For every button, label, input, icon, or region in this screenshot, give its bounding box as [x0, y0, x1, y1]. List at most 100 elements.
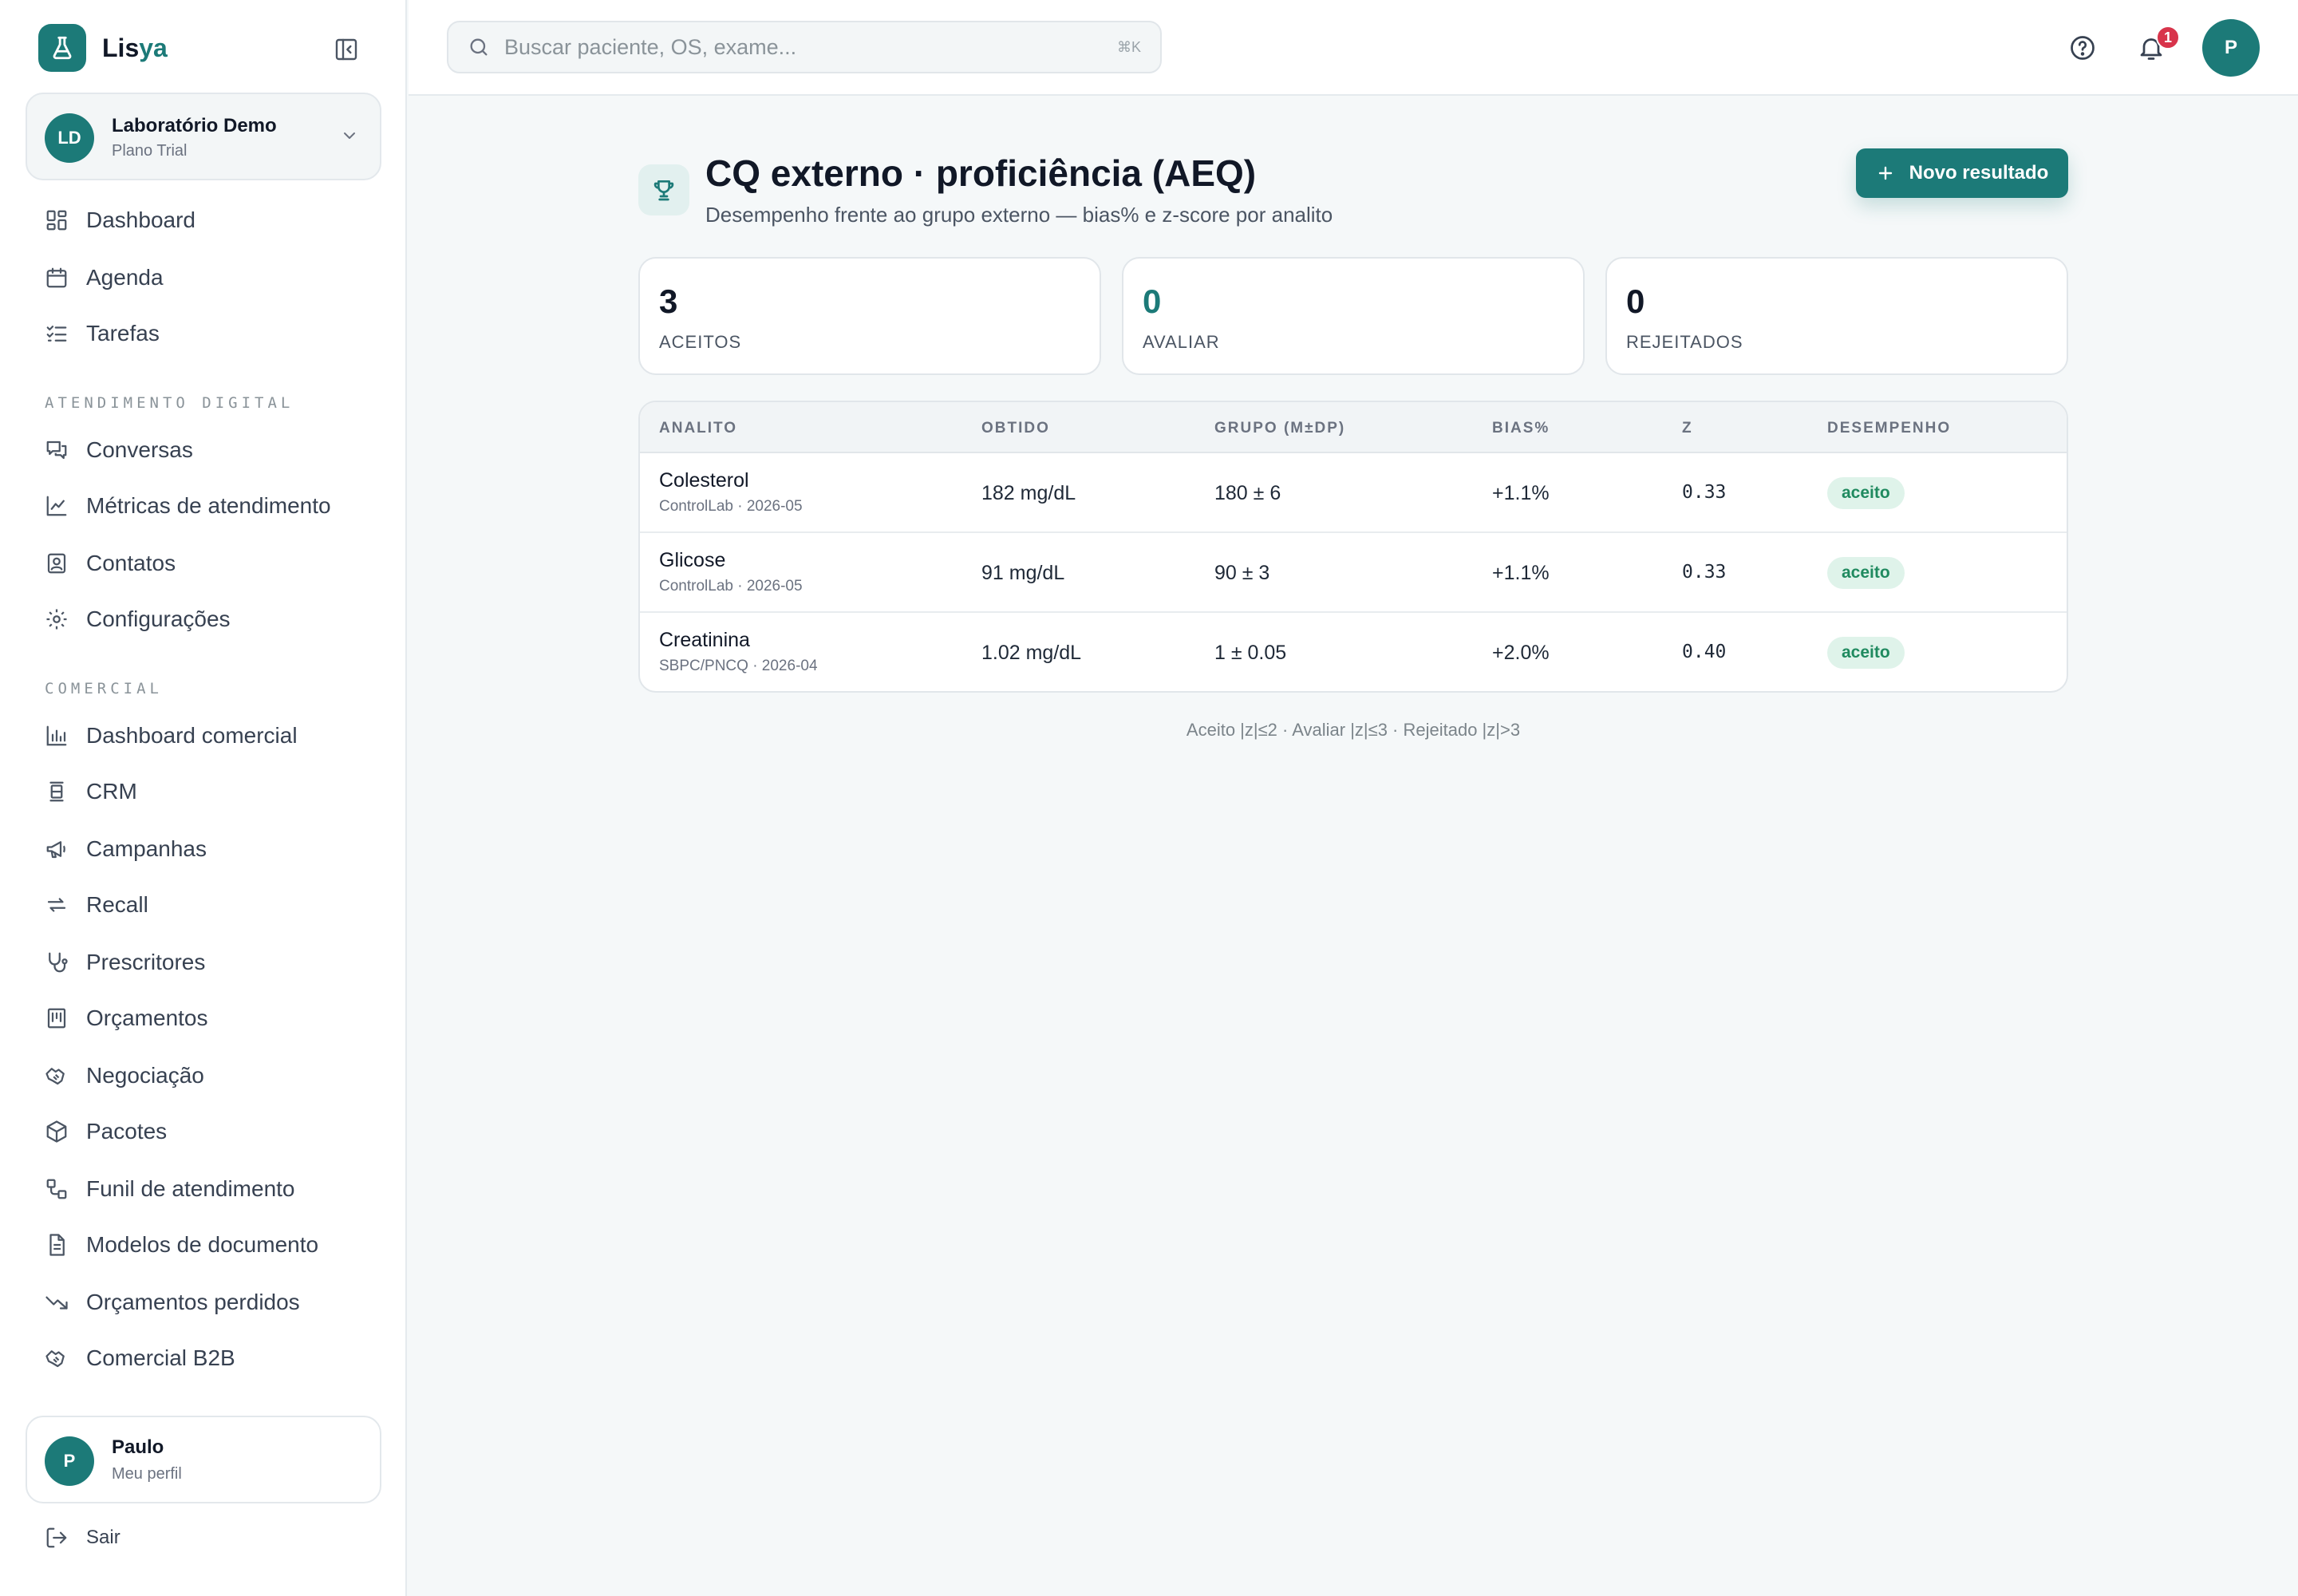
stat-card-aceitos: 3 ACEITOS: [638, 257, 1101, 375]
new-result-label: Novo resultado: [1909, 162, 2049, 184]
sidebar-item-modelos-documento[interactable]: Modelos de documento: [45, 1227, 318, 1262]
handshake-icon: [45, 1350, 65, 1368]
obtido-value: 1.02 mg/dL: [981, 642, 1082, 664]
status-badge: aceito: [1827, 477, 1905, 509]
org-switcher[interactable]: LD Laboratório Demo Plano Trial: [26, 93, 381, 180]
flask-logo-icon: [38, 24, 86, 72]
sidebar-item-metricas[interactable]: Métricas de atendimento: [45, 488, 331, 523]
stat-value: 0: [1143, 282, 1162, 320]
analito-source: ControlLab · 2026-05: [659, 498, 803, 515]
sidebar-item-crm[interactable]: CRM: [45, 774, 137, 809]
help-icon[interactable]: [2068, 34, 2097, 62]
collapse-sidebar-icon[interactable]: [334, 37, 359, 62]
column-header-grupo[interactable]: GRUPO (M±DP): [1214, 420, 1345, 437]
sidebar-item-orcamentos-perdidos[interactable]: Orçamentos perdidos: [45, 1285, 300, 1320]
logout-label: Sair: [86, 1527, 120, 1548]
sidebar-item-label: Comercial B2B: [86, 1345, 235, 1370]
sidebar-item-negociacao[interactable]: Negociação: [45, 1058, 204, 1093]
grupo-value: 1 ± 0.05: [1214, 642, 1287, 664]
grupo-value: 180 ± 6: [1214, 482, 1281, 504]
stat-label: ACEITOS: [659, 332, 742, 352]
calendar-icon: [46, 267, 67, 288]
column-header-bias[interactable]: BIAS%: [1492, 420, 1550, 437]
sidebar-item-label: Agenda: [86, 265, 164, 290]
sidebar-item-orcamentos[interactable]: Orçamentos: [45, 1001, 208, 1036]
table-row[interactable]: Colesterol ControlLab · 2026-05 182 mg/d…: [640, 453, 2067, 533]
sidebar-item-prescritores[interactable]: Prescritores: [45, 945, 205, 980]
obtido-value: 182 mg/dL: [981, 482, 1076, 504]
stat-value: 0: [1626, 282, 1645, 320]
column-header-analito[interactable]: ANALITO: [659, 420, 737, 437]
brand-name: Lisya: [102, 33, 168, 62]
sidebar-item-tarefas[interactable]: Tarefas: [45, 316, 160, 351]
sidebar-item-contatos[interactable]: Contatos: [45, 546, 176, 581]
bias-value: +2.0%: [1492, 642, 1550, 664]
stat-label: AVALIAR: [1143, 332, 1220, 352]
new-result-button[interactable]: Novo resultado: [1856, 148, 2068, 198]
sidebar-item-label: Tarefas: [86, 321, 160, 346]
z-value: 0.33: [1682, 482, 1727, 503]
search-shortcut: ⌘K: [1116, 38, 1141, 55]
analito-source: ControlLab · 2026-05: [659, 578, 803, 595]
sidebar-item-label: Orçamentos: [86, 1005, 208, 1030]
section-atendimento-digital: ATENDIMENTO DIGITAL: [45, 394, 294, 412]
logout-icon: [46, 1527, 67, 1548]
sidebar-item-label: Pacotes: [86, 1119, 168, 1144]
chevron-down-icon[interactable]: [340, 126, 359, 149]
repeat-arrows-icon: [47, 898, 66, 912]
search-box[interactable]: ⌘K: [447, 21, 1162, 73]
analito-source: SBPC/PNCQ · 2026-04: [659, 658, 818, 674]
sidebar-item-dashboard-comercial[interactable]: Dashboard comercial: [45, 718, 298, 753]
handshake-icon: [45, 1068, 65, 1085]
sidebar-item-agenda[interactable]: Agenda: [45, 260, 164, 295]
analito-name: Creatinina: [659, 629, 750, 651]
analito-name: Glicose: [659, 549, 726, 571]
sidebar-item-label: Configurações: [86, 606, 231, 631]
user-avatar[interactable]: P: [2202, 19, 2260, 77]
sidebar-item-label: Conversas: [86, 437, 193, 462]
page-subtitle: Desempenho frente ao grupo externo — bia…: [705, 203, 1333, 227]
sidebar-item-conversas[interactable]: Conversas: [45, 433, 193, 468]
bar-chart-icon: [46, 725, 67, 746]
sidebar-item-configuracoes[interactable]: Configurações: [45, 602, 231, 637]
sidebar-item-label: Prescritores: [86, 950, 206, 974]
sidebar-item-campanhas[interactable]: Campanhas: [45, 832, 207, 867]
brand[interactable]: Lisya: [38, 24, 168, 72]
profile-subtitle: Meu perfil: [112, 1465, 182, 1483]
notification-badge: 1: [2156, 26, 2180, 49]
gear-icon: [46, 609, 67, 630]
sidebar-item-label: Orçamentos perdidos: [86, 1290, 300, 1314]
sidebar-item-funil[interactable]: Funil de atendimento: [45, 1171, 295, 1207]
column-header-desempenho[interactable]: DESEMPENHO: [1827, 420, 1951, 437]
plus-icon: [1878, 166, 1892, 180]
sidebar-item-comercial-b2b[interactable]: Comercial B2B: [45, 1341, 235, 1376]
search-icon: [470, 38, 488, 56]
z-value: 0.33: [1682, 562, 1727, 583]
sidebar-item-pacotes[interactable]: Pacotes: [45, 1114, 167, 1149]
funnel-flow-icon: [46, 1179, 67, 1199]
sidebar-item-label: CRM: [86, 779, 137, 804]
sidebar-item-label: Dashboard: [86, 207, 195, 232]
profile-name: Paulo: [112, 1436, 164, 1458]
search-input[interactable]: [504, 34, 1111, 60]
column-header-obtido[interactable]: OBTIDO: [981, 420, 1050, 437]
sidebar-item-recall[interactable]: Recall: [45, 887, 148, 922]
package-icon: [46, 1120, 67, 1143]
org-name: Laboratório Demo: [112, 115, 277, 136]
sidebar-item-label: Recall: [86, 892, 148, 917]
profile-card[interactable]: P Paulo Meu perfil: [26, 1416, 381, 1503]
logout-button[interactable]: Sair: [45, 1526, 120, 1550]
stat-value: 3: [659, 282, 678, 320]
org-avatar: LD: [45, 113, 94, 163]
column-header-z[interactable]: Z: [1682, 420, 1693, 437]
checklist-icon: [46, 326, 67, 342]
status-badge: aceito: [1827, 557, 1905, 589]
stat-card-avaliar: 0 AVALIAR: [1122, 257, 1585, 375]
sidebar-item-dashboard[interactable]: Dashboard: [45, 203, 195, 238]
line-chart-icon: [46, 496, 67, 516]
table-row[interactable]: Glicose ControlLab · 2026-05 91 mg/dL 90…: [640, 533, 2067, 613]
section-comercial: COMERCIAL: [45, 680, 163, 697]
sidebar-item-label: Negociação: [86, 1063, 204, 1088]
table-row[interactable]: Creatinina SBPC/PNCQ · 2026-04 1.02 mg/d…: [640, 613, 2067, 691]
grupo-value: 90 ± 3: [1214, 562, 1270, 584]
